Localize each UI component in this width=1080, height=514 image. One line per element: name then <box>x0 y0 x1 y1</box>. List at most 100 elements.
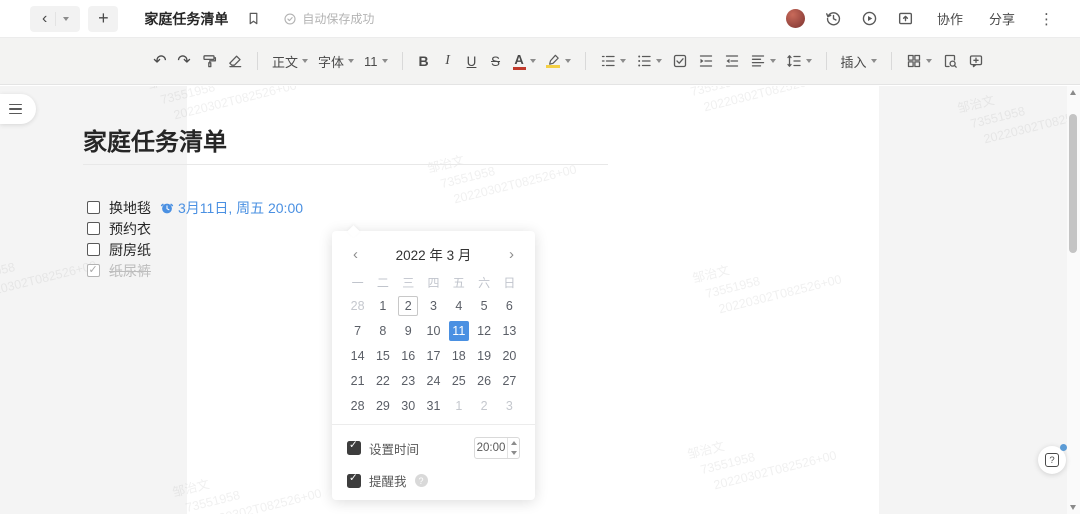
task-checkbox[interactable] <box>87 263 100 277</box>
more-menu-button[interactable]: ⋮ <box>1031 6 1062 32</box>
calendar-day[interactable]: 29 <box>370 393 395 418</box>
calendar-day[interactable]: 23 <box>396 368 421 393</box>
task-checkbox[interactable] <box>87 222 100 235</box>
calendar-day[interactable]: 4 <box>446 293 471 318</box>
calendar-day[interactable]: 26 <box>471 368 496 393</box>
scroll-up-icon[interactable] <box>1070 90 1076 95</box>
remind-help-icon[interactable]: ? <box>414 474 428 487</box>
paragraph-style-select[interactable]: 正文 <box>267 48 313 74</box>
time-step-up[interactable] <box>508 438 519 448</box>
calendar-day[interactable]: 16 <box>396 343 421 368</box>
calendar-day[interactable]: 7 <box>345 318 370 343</box>
calendar-day[interactable]: 2 <box>396 293 421 318</box>
calendar-day[interactable]: 15 <box>370 343 395 368</box>
font-size-select[interactable]: 11 <box>359 48 393 74</box>
time-value[interactable]: 20:00 <box>475 438 507 458</box>
help-button[interactable]: ? <box>1038 444 1067 474</box>
insert-button[interactable]: 插入 <box>836 48 882 74</box>
checklist-button[interactable] <box>667 48 693 74</box>
calendar-day[interactable]: 18 <box>446 343 471 368</box>
strikethrough-button[interactable]: S <box>484 48 508 74</box>
line-spacing-button[interactable] <box>781 48 817 74</box>
bold-button[interactable]: B <box>412 48 436 74</box>
weekday-label: 一 <box>351 275 364 290</box>
calendar-day[interactable]: 3 <box>497 393 522 418</box>
page-title[interactable]: 家庭任务清单 <box>83 122 227 157</box>
numbered-list-button[interactable] <box>595 48 631 74</box>
underline-button[interactable]: U <box>460 48 484 74</box>
calendar-day[interactable]: 12 <box>471 318 496 343</box>
calendar-day[interactable]: 3 <box>421 293 446 318</box>
back-button[interactable]: ‹ <box>34 10 55 28</box>
time-input[interactable]: 20:00 <box>474 437 520 459</box>
task-due-date[interactable]: 3月11日, 周五 20:00 <box>160 198 303 218</box>
scroll-down-icon[interactable] <box>1070 505 1076 510</box>
calendar-day[interactable]: 28 <box>345 293 370 318</box>
remind-checkbox[interactable] <box>347 472 361 488</box>
calendar-day[interactable]: 1 <box>446 393 471 418</box>
calendar-weekday-row: 一二三四五六日 <box>345 271 522 293</box>
calendar-day[interactable]: 9 <box>396 318 421 343</box>
chevron-down-icon <box>655 59 662 63</box>
comment-button[interactable] <box>963 48 989 74</box>
prev-month-button[interactable]: ‹ <box>351 247 360 262</box>
task-checkbox[interactable] <box>87 243 100 256</box>
set-time-checkbox[interactable] <box>347 439 361 455</box>
calendar-day[interactable]: 14 <box>345 343 370 368</box>
calendar-day[interactable]: 17 <box>421 343 446 368</box>
scrollbar-thumb[interactable] <box>1069 114 1077 253</box>
find-replace-button[interactable] <box>937 48 963 74</box>
task-item: 厨房纸 <box>87 239 303 260</box>
new-document-button[interactable]: + <box>88 5 119 32</box>
font-color-button[interactable]: A <box>508 48 541 74</box>
calendar-day[interactable]: 30 <box>396 393 421 418</box>
calendar-day[interactable]: 24 <box>421 368 446 393</box>
calendar-day[interactable]: 20 <box>497 343 522 368</box>
calendar-day[interactable]: 22 <box>370 368 395 393</box>
calendar-day[interactable]: 6 <box>497 293 522 318</box>
calendar-day[interactable]: 8 <box>370 318 395 343</box>
layout-grid-button[interactable] <box>901 48 937 74</box>
redo-button[interactable]: ↷ <box>172 48 196 74</box>
calendar-day[interactable]: 11 <box>446 318 471 343</box>
format-painter-button[interactable] <box>196 48 222 74</box>
task-item: 换地毯 3月11日, 周五 20:00 <box>87 197 303 218</box>
calendar-day[interactable]: 1 <box>370 293 395 318</box>
highlight-color-swatch <box>546 65 561 68</box>
calendar-day[interactable]: 28 <box>345 393 370 418</box>
undo-button[interactable]: ↶ <box>148 48 172 74</box>
time-step-down[interactable] <box>508 448 519 458</box>
outline-menu-button[interactable] <box>0 94 36 124</box>
calendar-day[interactable]: 31 <box>421 393 446 418</box>
bullet-list-button[interactable] <box>631 48 667 74</box>
play-button[interactable] <box>855 6 885 32</box>
next-month-button[interactable]: › <box>507 247 516 262</box>
calendar-day[interactable]: 27 <box>497 368 522 393</box>
hamburger-icon <box>9 103 22 106</box>
calendar-day[interactable]: 25 <box>446 368 471 393</box>
eraser-icon <box>229 55 242 68</box>
share-button[interactable]: 分享 <box>979 6 1025 32</box>
calendar-day[interactable]: 5 <box>471 293 496 318</box>
calendar-day[interactable]: 21 <box>345 368 370 393</box>
back-dropdown[interactable] <box>55 11 76 26</box>
task-item: 纸尿裤 <box>87 260 303 281</box>
indent-decrease-button[interactable] <box>719 48 745 74</box>
calendar-day[interactable]: 10 <box>421 318 446 343</box>
calendar-day[interactable]: 2 <box>471 393 496 418</box>
calendar-day[interactable]: 13 <box>497 318 522 343</box>
present-button[interactable] <box>891 6 921 32</box>
highlight-color-button[interactable] <box>541 48 576 74</box>
calendar-day[interactable]: 19 <box>471 343 496 368</box>
indent-increase-button[interactable] <box>693 48 719 74</box>
user-avatar[interactable] <box>785 9 805 28</box>
align-button[interactable] <box>745 48 781 74</box>
collaborate-button[interactable]: 协作 <box>927 6 973 32</box>
italic-button[interactable]: I <box>436 48 460 74</box>
font-family-select[interactable]: 字体 <box>313 48 359 74</box>
clear-format-button[interactable] <box>222 48 248 74</box>
bookmark-icon[interactable] <box>246 11 261 26</box>
history-button[interactable] <box>819 6 849 32</box>
chevron-down-icon <box>63 16 70 21</box>
task-checkbox[interactable] <box>87 201 100 214</box>
